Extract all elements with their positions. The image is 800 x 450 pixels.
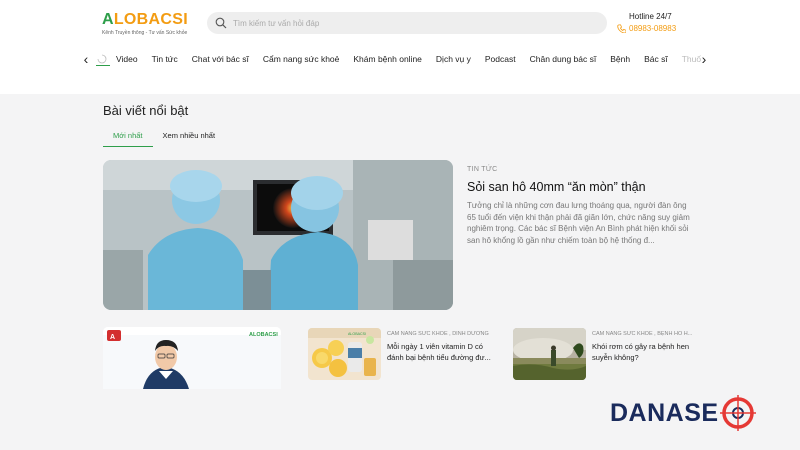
nav-item-tin-tuc[interactable]: Tin tức [152,54,178,64]
hotline-phone-number: 08983-08983 [629,24,677,33]
search-input[interactable] [233,12,593,34]
hotline-label: Hotline 24/7 [629,12,672,21]
tab-moi-nhat[interactable]: Mới nhất [103,128,153,147]
nav-item-bac-si[interactable]: Bác sĩ [644,54,668,64]
search-icon[interactable] [215,17,227,29]
target-o-icon [719,395,756,431]
phone-icon [617,24,626,33]
nav-item-kham-benh-online[interactable]: Khám bệnh online [353,54,422,64]
nav-item-cam-nang[interactable]: Cẩm nang sức khoẻ [263,54,340,64]
nav-item-chat-bac-si[interactable]: Chat với bác sĩ [192,54,249,64]
featured-article-image[interactable] [103,160,453,310]
article-thumbnail[interactable] [513,328,586,380]
section-tabs: Mới nhất Xem nhiều nhất [103,128,225,147]
article-title[interactable]: Khói rơm có gây ra bệnh hen suyễn không? [592,342,700,363]
nav-item-dich-vu-y[interactable]: Dịch vụ y [436,54,471,64]
nav-item-benh[interactable]: Bệnh [610,54,630,64]
featured-description: Tưởng chỉ là những cơn đau lưng thoáng q… [467,201,690,245]
article-card[interactable]: CẨM NANG SỨC KHOẺ , BỆNH HÔ H... Khói rơ… [513,328,703,380]
article-card[interactable]: ALOBACSI CẨM NANG SỨC KHOẺ , DINH DƯỠNG … [308,328,498,380]
logo-tagline: Kênh Truyền thông - Tư vấn Sức khỏe [102,30,188,36]
nav-item-chan-dung-bac-si[interactable]: Chân dung bác sĩ [530,54,597,64]
nav-prev-arrow-icon[interactable]: ‹ [78,52,94,66]
svg-text:A: A [110,334,115,341]
section-title: Bài viết nổi bật [103,103,189,118]
site-header: ALOBACSI Kênh Truyền thông - Tư vấn Sức … [0,0,800,94]
hotline: Hotline 24/7 08983-08983 [617,12,676,33]
main-nav: ‹ Video Tin tức Chat với bác sĩ Cẩm nang… [78,50,718,68]
article-category[interactable]: CẨM NANG SỨC KHOẺ , BỆNH HÔ H... [592,331,702,337]
featured-title[interactable]: Sỏi san hô 40mm “ăn mòn” thận [467,180,697,194]
video-card-logo: ALOBACSI [249,332,278,338]
hotline-phone-link[interactable]: 08983-08983 [617,24,676,33]
logo-wordmark: ALOBACSI [102,11,188,28]
search-bar [207,12,607,34]
nav-item-video[interactable]: Video [116,54,138,64]
nav-item-podcast[interactable]: Podcast [485,54,516,64]
nav-next-arrow-icon[interactable]: › [696,52,712,66]
article-category[interactable]: CẨM NANG SỨC KHOẺ , DINH DƯỠNG [387,331,497,337]
tab-xem-nhieu-nhat[interactable]: Xem nhiều nhất [153,128,226,147]
video-card[interactable]: A ALOBACSI [103,327,281,389]
featured-category[interactable]: TIN TỨC [467,166,697,173]
site-logo[interactable]: ALOBACSI Kênh Truyền thông - Tư vấn Sức … [102,11,188,36]
article-thumbnail[interactable]: ALOBACSI [308,328,381,380]
featured-article: TIN TỨC Sỏi san hô 40mm “ăn mòn” thận Tư… [467,166,697,246]
danaseo-watermark: DANASE [610,395,756,431]
watermark-text: DANASE [610,398,719,427]
home-icon[interactable] [96,52,110,66]
svg-text:ALOBACSI: ALOBACSI [348,332,366,336]
article-title[interactable]: Mỗi ngày 1 viên vitamin D có đánh bại bệ… [387,342,495,363]
